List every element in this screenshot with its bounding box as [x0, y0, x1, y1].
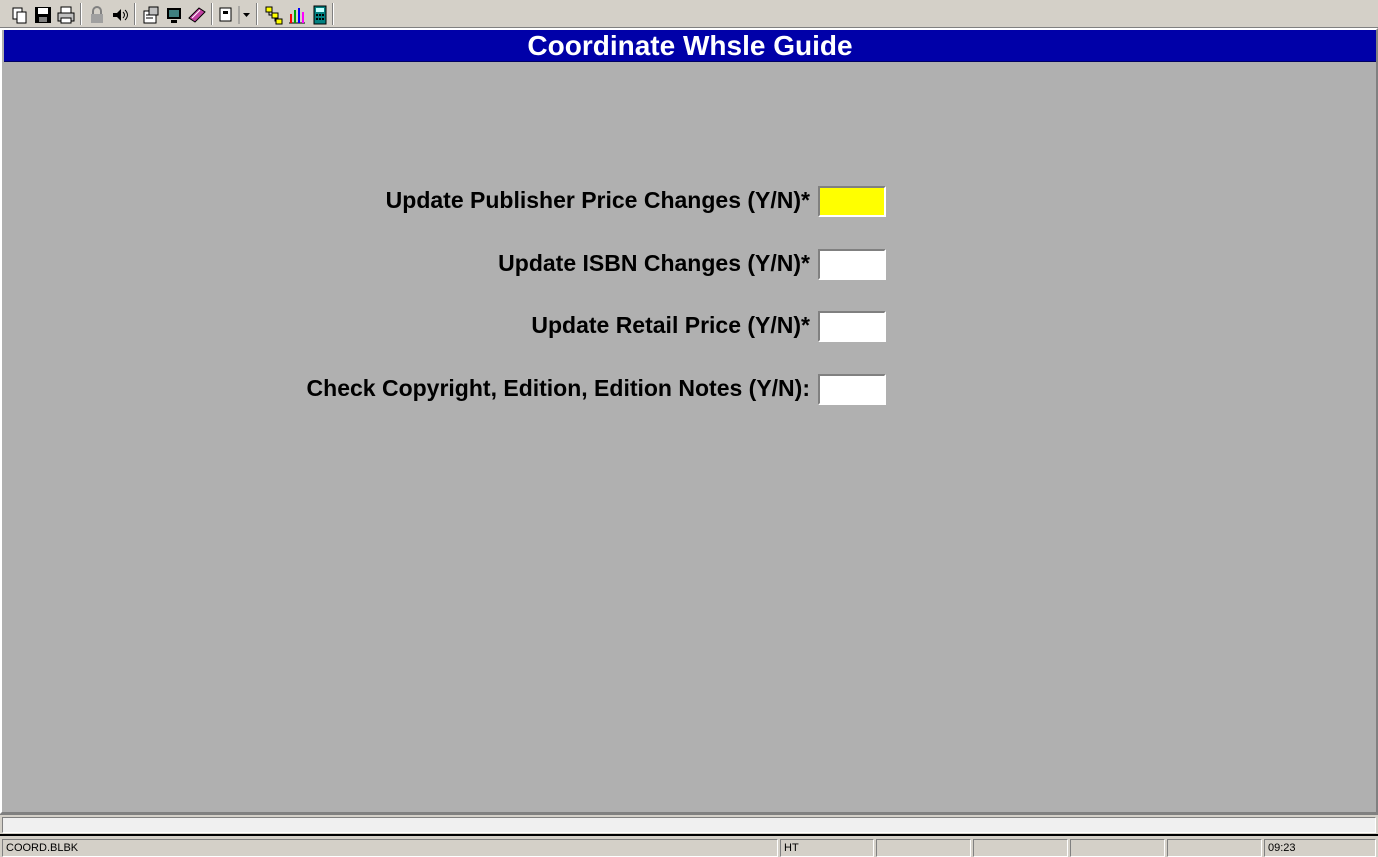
- bar-chart-icon[interactable]: [285, 3, 307, 25]
- properties-icon[interactable]: [139, 3, 161, 25]
- publisher-price-input[interactable]: [820, 188, 884, 215]
- retail-price-field[interactable]: [818, 311, 886, 342]
- status-program: COORD.BLBK: [2, 839, 778, 857]
- monitor-icon[interactable]: [162, 3, 184, 25]
- label-isbn-changes: Update ISBN Changes (Y/N)*: [498, 250, 810, 276]
- window-dropdown-icon[interactable]: [216, 3, 252, 25]
- save-icon[interactable]: [31, 3, 53, 25]
- lock-icon[interactable]: [85, 3, 107, 25]
- calculator-icon[interactable]: [308, 3, 330, 25]
- status-cell-4: [973, 839, 1068, 857]
- status-cell-5: [1070, 839, 1165, 857]
- status-cell-6: [1167, 839, 1262, 857]
- message-text: [2, 817, 1376, 833]
- title-bar: Coordinate Whsle Guide: [4, 30, 1376, 62]
- book-icon[interactable]: [185, 3, 207, 25]
- label-retail-price: Update Retail Price (Y/N)*: [531, 312, 810, 338]
- form-title: Coordinate Whsle Guide: [527, 30, 853, 61]
- label-copyright-edition: Check Copyright, Edition, Edition Notes …: [306, 375, 810, 401]
- copy-icon[interactable]: [8, 3, 30, 25]
- copyright-edition-input[interactable]: [820, 376, 884, 403]
- copyright-edition-field[interactable]: [818, 374, 886, 405]
- status-mode: HT: [780, 839, 874, 857]
- form-panel: Coordinate Whsle Guide Update Publisher …: [0, 28, 1378, 814]
- audio-icon[interactable]: [108, 3, 130, 25]
- isbn-changes-input[interactable]: [820, 251, 884, 278]
- status-bar: COORD.BLBK HT 09:23: [0, 834, 1378, 857]
- status-time: 09:23: [1264, 839, 1376, 857]
- isbn-changes-field[interactable]: [818, 249, 886, 280]
- label-publisher-price: Update Publisher Price Changes (Y/N)*: [385, 187, 810, 213]
- retail-price-input[interactable]: [820, 313, 884, 340]
- status-cell-3: [876, 839, 971, 857]
- print-icon[interactable]: [54, 3, 76, 25]
- message-line: [0, 814, 1378, 834]
- publisher-price-field[interactable]: [818, 186, 886, 217]
- toolbar: [0, 0, 1378, 28]
- hierarchy-icon[interactable]: [262, 3, 284, 25]
